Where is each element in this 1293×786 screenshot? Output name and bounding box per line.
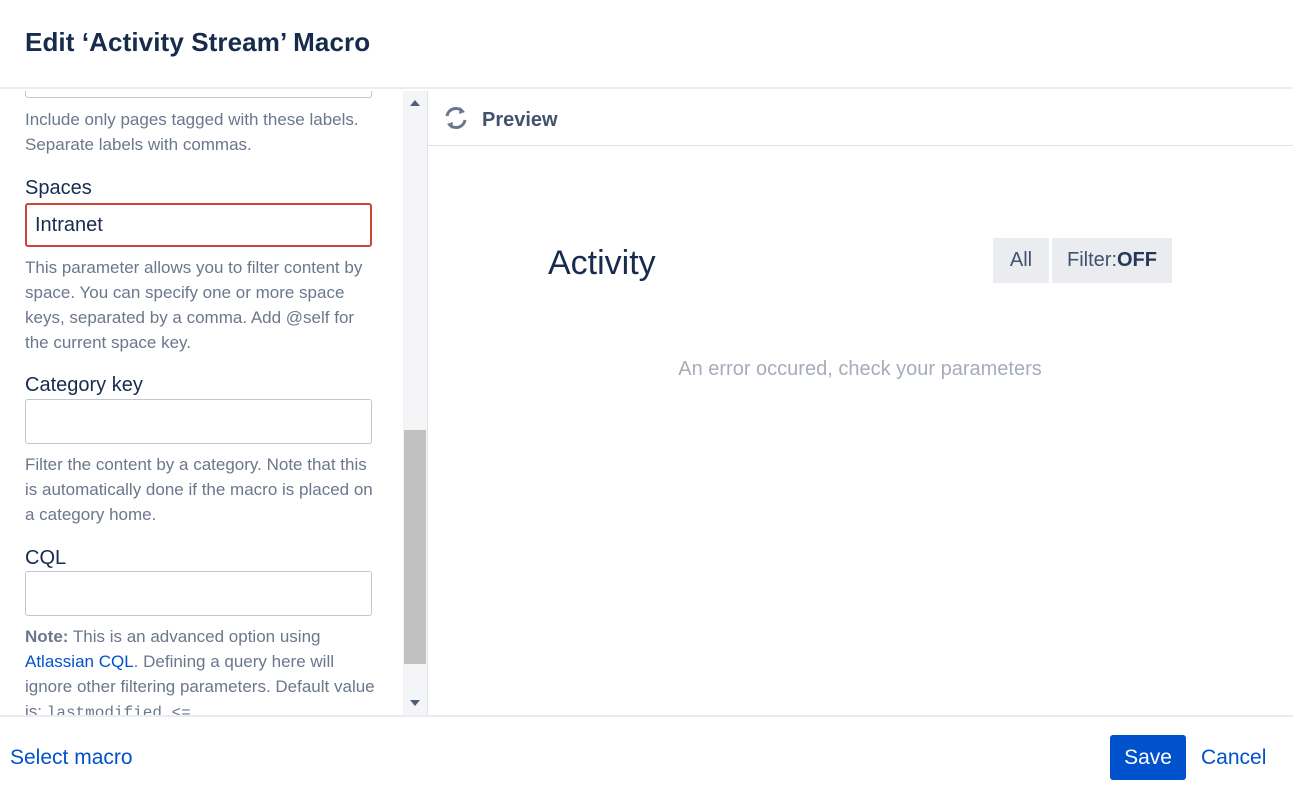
cql-note-bold: Note: bbox=[25, 627, 69, 646]
cql-note-text-1: This is an advanced option using bbox=[68, 627, 321, 646]
dialog-title: Edit ‘Activity Stream’ Macro bbox=[25, 27, 371, 57]
scroll-down-arrow-icon[interactable] bbox=[410, 700, 420, 706]
category-key-input[interactable] bbox=[25, 399, 372, 444]
refresh-icon[interactable] bbox=[442, 104, 470, 132]
cql-label: CQL bbox=[25, 547, 67, 569]
select-macro-link[interactable]: Select macro bbox=[10, 746, 133, 770]
labels-help: Include only pages tagged with these lab… bbox=[25, 110, 359, 154]
category-key-help: Filter the content by a category. Note t… bbox=[25, 455, 373, 524]
cql-help: Note: This is an advanced option using A… bbox=[25, 624, 375, 715]
preview-title: Preview bbox=[482, 109, 558, 131]
activity-title: Activity bbox=[548, 244, 656, 282]
filter-prefix: Filter: bbox=[1067, 249, 1117, 271]
labels-input[interactable] bbox=[25, 91, 372, 98]
category-key-label: Category key bbox=[25, 374, 143, 396]
cql-input[interactable] bbox=[25, 571, 372, 616]
scroll-up-arrow-icon[interactable] bbox=[410, 100, 420, 106]
preview-bar: Preview bbox=[428, 91, 1293, 146]
cancel-link[interactable]: Cancel bbox=[1201, 746, 1266, 770]
atlassian-cql-link[interactable]: Atlassian CQL bbox=[25, 652, 134, 671]
spaces-label: Spaces bbox=[25, 177, 92, 199]
filter-toggle-button[interactable]: Filter:OFF bbox=[1052, 238, 1172, 283]
parameters-scrollbar[interactable] bbox=[403, 91, 428, 715]
dialog-footer: Select macro Save Cancel bbox=[0, 715, 1293, 786]
filter-all-button[interactable]: All bbox=[993, 238, 1049, 283]
parameters-panel[interactable]: Include only pages tagged with these lab… bbox=[0, 91, 403, 715]
save-button[interactable]: Save bbox=[1110, 735, 1186, 780]
preview-error-message: An error occured, check your parameters bbox=[678, 358, 1042, 380]
scroll-thumb[interactable] bbox=[404, 430, 426, 664]
filter-state: OFF bbox=[1117, 249, 1157, 271]
spaces-input[interactable] bbox=[25, 203, 372, 247]
cql-default-code: lastmodified <= bbox=[46, 704, 191, 715]
spaces-help: This parameter allows you to filter cont… bbox=[25, 258, 363, 352]
preview-panel: Preview Activity All Filter:OFF An error… bbox=[428, 91, 1293, 715]
dialog-header: Edit ‘Activity Stream’ Macro bbox=[0, 0, 1293, 89]
